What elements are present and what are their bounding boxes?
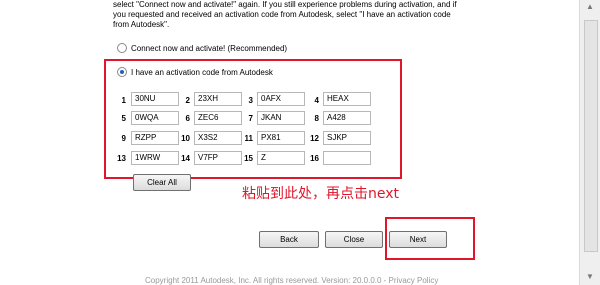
code-number: 15 xyxy=(244,154,253,163)
code-field-16[interactable] xyxy=(323,151,371,165)
code-number: 11 xyxy=(244,134,253,143)
instructions-text: select "Connect now and activate!" again… xyxy=(113,0,568,30)
next-highlight-box xyxy=(385,217,475,260)
activation-code-label[interactable]: I have an activation code from Autodesk xyxy=(131,68,273,77)
instructions-line-3: from Autodesk". xyxy=(113,20,170,29)
scroll-thumb[interactable] xyxy=(584,20,598,252)
code-number: 12 xyxy=(310,134,319,143)
connect-now-radio[interactable] xyxy=(117,43,127,53)
code-field-8[interactable]: A428 xyxy=(323,111,371,125)
code-field-6[interactable]: ZEC6 xyxy=(194,111,242,125)
footer-text: Copyright 2011 Autodesk, Inc. All rights… xyxy=(145,276,439,285)
code-number: 16 xyxy=(310,154,319,163)
code-field-14[interactable]: V7FP xyxy=(194,151,242,165)
code-field-1[interactable]: 30NU xyxy=(131,92,179,106)
activation-code-radio[interactable] xyxy=(117,67,127,77)
code-number: 14 xyxy=(181,154,190,163)
code-number: 6 xyxy=(185,114,190,123)
code-number: 4 xyxy=(314,96,319,105)
scroll-up-icon[interactable]: ▲ xyxy=(583,2,597,12)
code-field-13[interactable]: 1WRW xyxy=(131,151,179,165)
code-field-15[interactable]: Z xyxy=(257,151,305,165)
code-field-3[interactable]: 0AFX xyxy=(257,92,305,106)
code-number: 8 xyxy=(314,114,319,123)
back-button[interactable]: Back xyxy=(259,231,319,248)
code-number: 9 xyxy=(121,134,126,143)
clear-all-button[interactable]: Clear All xyxy=(133,174,191,191)
code-field-2[interactable]: 23XH xyxy=(194,92,242,106)
code-number: 3 xyxy=(248,96,253,105)
code-number: 10 xyxy=(181,134,190,143)
code-number: 2 xyxy=(185,96,190,105)
code-field-7[interactable]: JKAN xyxy=(257,111,305,125)
instructions-line-2: you requested and received an activation… xyxy=(113,10,451,19)
vertical-scrollbar[interactable]: ▲ ▼ xyxy=(579,0,600,285)
connect-now-label[interactable]: Connect now and activate! (Recommended) xyxy=(131,44,287,53)
instructions-line-1: select "Connect now and activate!" again… xyxy=(113,0,457,9)
code-number: 1 xyxy=(121,96,126,105)
close-button[interactable]: Close xyxy=(325,231,383,248)
code-number: 7 xyxy=(248,114,253,123)
scroll-down-icon[interactable]: ▼ xyxy=(583,272,597,282)
code-number: 13 xyxy=(117,154,126,163)
code-field-5[interactable]: 0WQA xyxy=(131,111,179,125)
code-field-4[interactable]: HEAX xyxy=(323,92,371,106)
code-field-11[interactable]: PX81 xyxy=(257,131,305,145)
annotation-hint-text: 粘贴到此处，再点击next xyxy=(242,186,400,202)
code-field-9[interactable]: RZPP xyxy=(131,131,179,145)
code-field-10[interactable]: X3S2 xyxy=(194,131,242,145)
code-number: 5 xyxy=(121,114,126,123)
code-field-12[interactable]: SJKP xyxy=(323,131,371,145)
